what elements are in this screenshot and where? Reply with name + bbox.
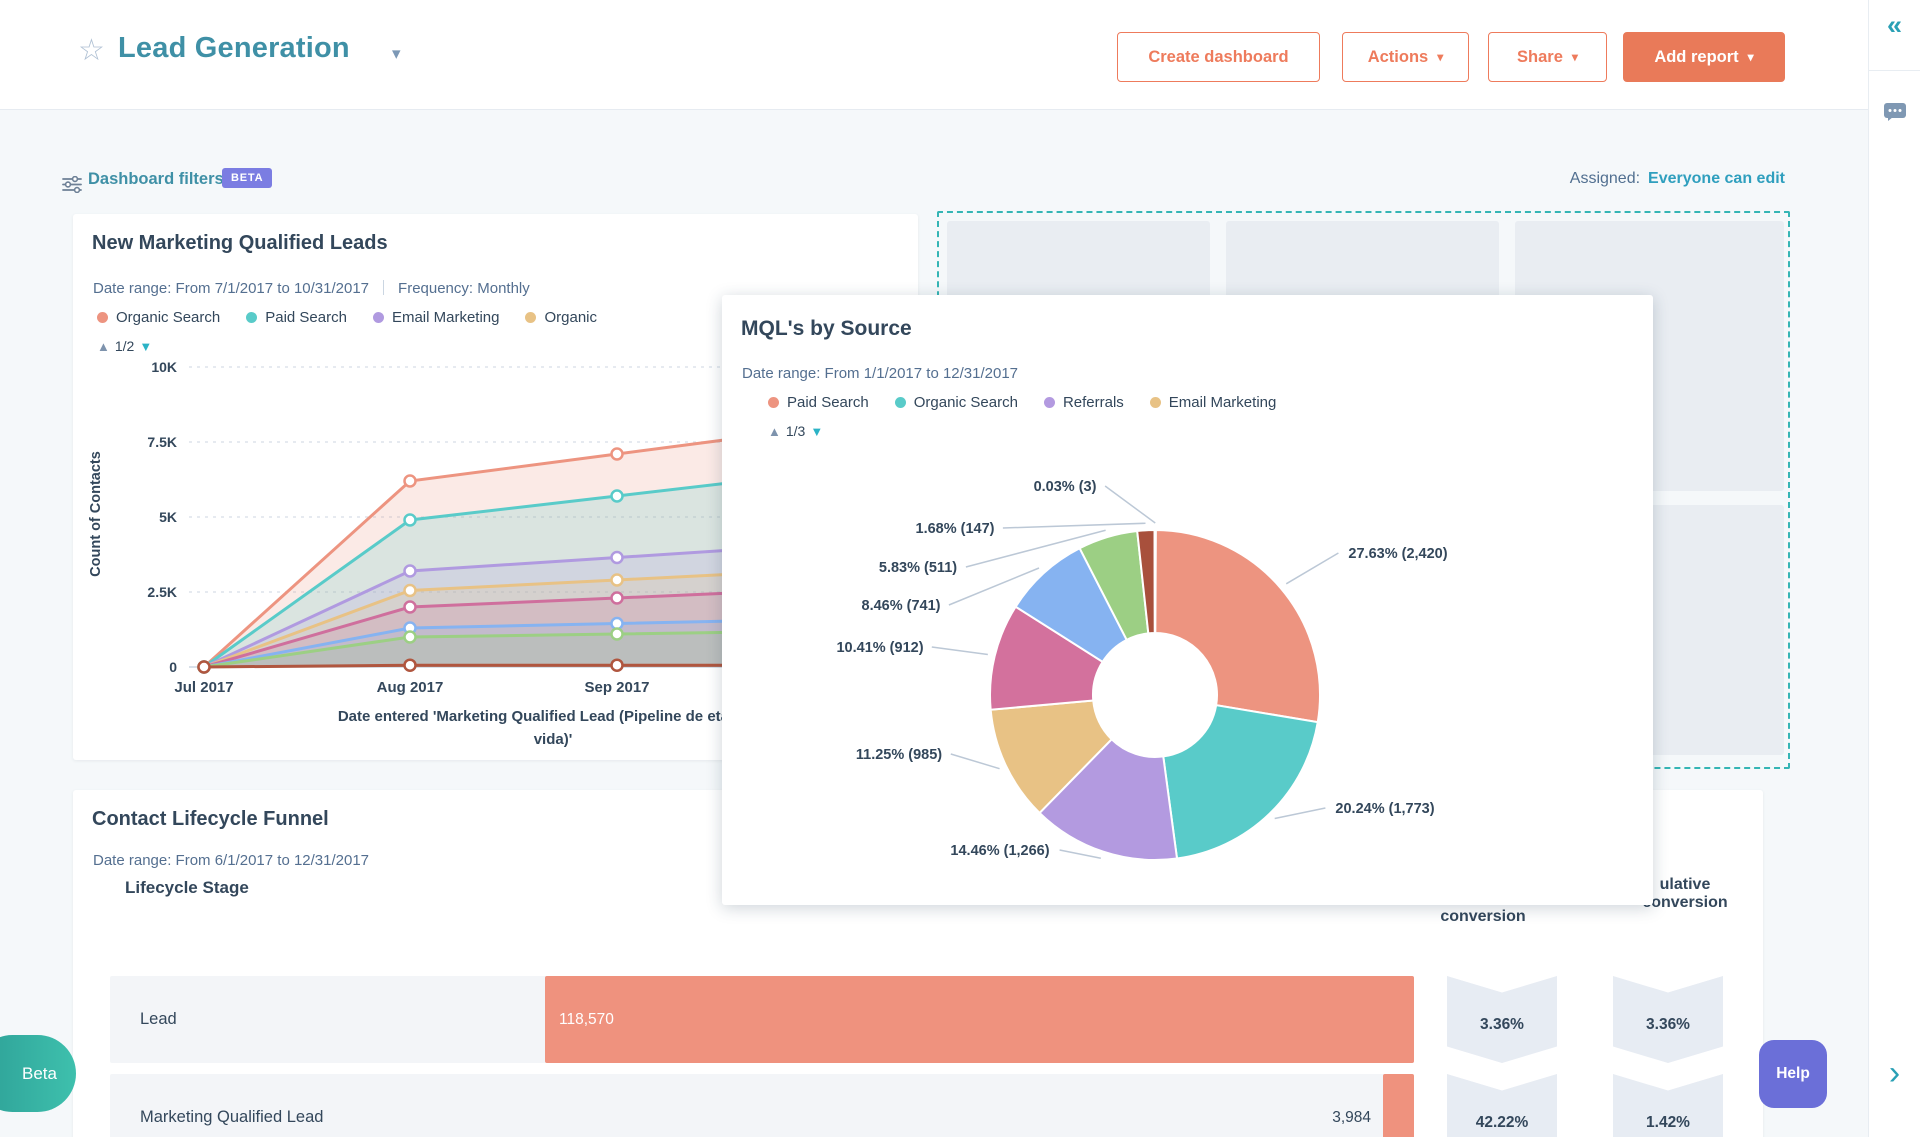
collapse-panel-icon[interactable]: « — [1869, 10, 1920, 41]
add-report-button[interactable]: Add report ▾ — [1623, 32, 1785, 82]
caret-down-icon: ▾ — [1437, 50, 1443, 64]
data-point-marker[interactable] — [612, 660, 623, 671]
stage-conversion-header: conversion — [1413, 908, 1553, 926]
funnel-daterange: Date range: From 6/1/2017 to 12/31/2017 — [93, 852, 369, 869]
label-leader-line — [1003, 523, 1146, 528]
cumulative-conversion-badge: 3.36% — [1613, 976, 1723, 1063]
create-dashboard-label: Create dashboard — [1148, 48, 1288, 67]
stage-label: Lead — [140, 976, 177, 1063]
data-point-marker[interactable] — [405, 566, 416, 577]
data-point-marker[interactable] — [405, 632, 416, 643]
pie-slice-label: 5.83% (511) — [879, 560, 957, 576]
beta-badge: BETA — [222, 168, 272, 188]
create-dashboard-button[interactable]: Create dashboard — [1117, 32, 1320, 82]
stage-label: Marketing Qualified Lead — [140, 1074, 323, 1137]
data-point-marker[interactable] — [405, 476, 416, 487]
pie-slice-label: 20.24% (1,773) — [1335, 801, 1434, 817]
donut-chart[interactable]: 27.63% (2,420) 20.24% (1,773) 14.46% (1,26… — [722, 295, 1653, 905]
add-report-label: Add report — [1654, 48, 1738, 67]
pie-slice-label: 27.63% (2,420) — [1348, 546, 1447, 562]
help-fab-button[interactable]: Help — [1759, 1040, 1827, 1108]
hubspot-dashboard-page: ☆ Lead Generation ▾ Create dashboard Act… — [0, 0, 1920, 1137]
label-leader-line — [1105, 486, 1155, 523]
dashboard-filters-link[interactable]: Dashboard filters — [88, 170, 224, 189]
svg-text:2.5K: 2.5K — [147, 584, 177, 600]
share-button[interactable]: Share ▾ — [1488, 32, 1607, 82]
data-point-marker[interactable] — [612, 629, 623, 640]
label-leader-line — [951, 754, 1000, 769]
data-point-marker[interactable] — [199, 662, 210, 673]
favorite-star-icon[interactable]: ☆ — [78, 36, 105, 66]
pie-slice-label: 1.68% (147) — [916, 521, 995, 537]
label-leader-line — [1060, 850, 1101, 858]
pie-slice-label: 14.46% (1,266) — [950, 843, 1049, 859]
beta-fab-button[interactable]: Beta — [0, 1035, 76, 1112]
expand-panel-icon[interactable]: › — [1869, 1056, 1920, 1090]
page-title: Lead Generation — [118, 32, 350, 65]
stage-conversion-badge: 42.22% — [1447, 1074, 1557, 1137]
assigned-status: Assigned: Everyone can edit — [1570, 170, 1785, 188]
stage-count: 3,984 — [1332, 1074, 1371, 1137]
svg-text:7.5K: 7.5K — [147, 434, 177, 450]
label-leader-line — [1286, 553, 1338, 584]
data-point-marker[interactable] — [405, 515, 416, 526]
pie-slice[interactable] — [1163, 705, 1317, 858]
data-point-marker[interactable] — [612, 449, 623, 460]
data-point-marker[interactable] — [612, 552, 623, 563]
funnel-title: Contact Lifecycle Funnel — [92, 808, 329, 831]
right-side-rail: « › — [1868, 0, 1920, 1137]
funnel-row-mql: Marketing Qualified Lead 3,984 — [110, 1074, 1414, 1137]
funnel-bar-area: 118,570 — [545, 976, 1414, 1063]
assigned-label: Assigned: — [1570, 170, 1640, 187]
funnel-bar[interactable] — [1383, 1074, 1414, 1137]
svg-text:Jul 2017: Jul 2017 — [174, 679, 233, 696]
pie-slice-label: 11.25% (985) — [856, 747, 942, 763]
everyone-can-edit-link[interactable]: Everyone can edit — [1648, 170, 1785, 187]
header-bar: ☆ Lead Generation ▾ Create dashboard Act… — [0, 0, 1868, 110]
share-label: Share — [1517, 48, 1563, 67]
data-point-marker[interactable] — [612, 593, 623, 604]
actions-label: Actions — [1368, 48, 1429, 67]
dashboard-switcher-caret-icon[interactable]: ▾ — [392, 44, 401, 64]
svg-text:Sep 2017: Sep 2017 — [584, 679, 649, 696]
funnel-bar-area: 3,984 — [545, 1074, 1414, 1137]
mql-by-source-card[interactable]: MQL's by Source Date range: From 1/1/201… — [722, 295, 1653, 905]
funnel-row-lead: Lead 118,570 — [110, 976, 1414, 1063]
caret-down-icon: ▾ — [1572, 50, 1578, 64]
svg-text:10K: 10K — [151, 359, 177, 375]
caret-down-icon: ▾ — [1748, 50, 1754, 64]
funnel-bar[interactable] — [545, 976, 1414, 1063]
actions-button[interactable]: Actions ▾ — [1342, 32, 1469, 82]
filters-icon[interactable] — [62, 176, 82, 198]
comments-icon[interactable] — [1883, 102, 1907, 127]
svg-text:0: 0 — [169, 659, 177, 675]
label-leader-line — [932, 647, 988, 654]
data-point-marker[interactable] — [405, 585, 416, 596]
x-axis-title: Date entered 'Marketing Qualified Lead (… — [323, 706, 783, 751]
stage-conversion-badge: 3.36% — [1447, 976, 1557, 1063]
svg-text:5K: 5K — [159, 509, 177, 525]
data-point-marker[interactable] — [405, 602, 416, 613]
label-leader-line — [1275, 808, 1326, 819]
stage-count: 118,570 — [559, 976, 614, 1063]
pie-slice[interactable] — [1155, 530, 1320, 722]
lifecycle-stage-header: Lifecycle Stage — [125, 878, 249, 898]
svg-text:Aug 2017: Aug 2017 — [377, 679, 444, 696]
data-point-marker[interactable] — [405, 660, 416, 671]
pie-slice-label: 10.41% (912) — [836, 640, 923, 656]
pie-slice-label: 8.46% (741) — [862, 598, 941, 614]
data-point-marker[interactable] — [612, 491, 623, 502]
pie-slice-label: 0.03% (3) — [1034, 479, 1097, 495]
cumulative-conversion-badge: 1.42% — [1613, 1074, 1723, 1137]
data-point-marker[interactable] — [612, 575, 623, 586]
pie-slice[interactable] — [1155, 530, 1156, 633]
rail-divider — [1869, 70, 1920, 71]
svg-text:Count of Contacts: Count of Contacts — [88, 451, 104, 577]
